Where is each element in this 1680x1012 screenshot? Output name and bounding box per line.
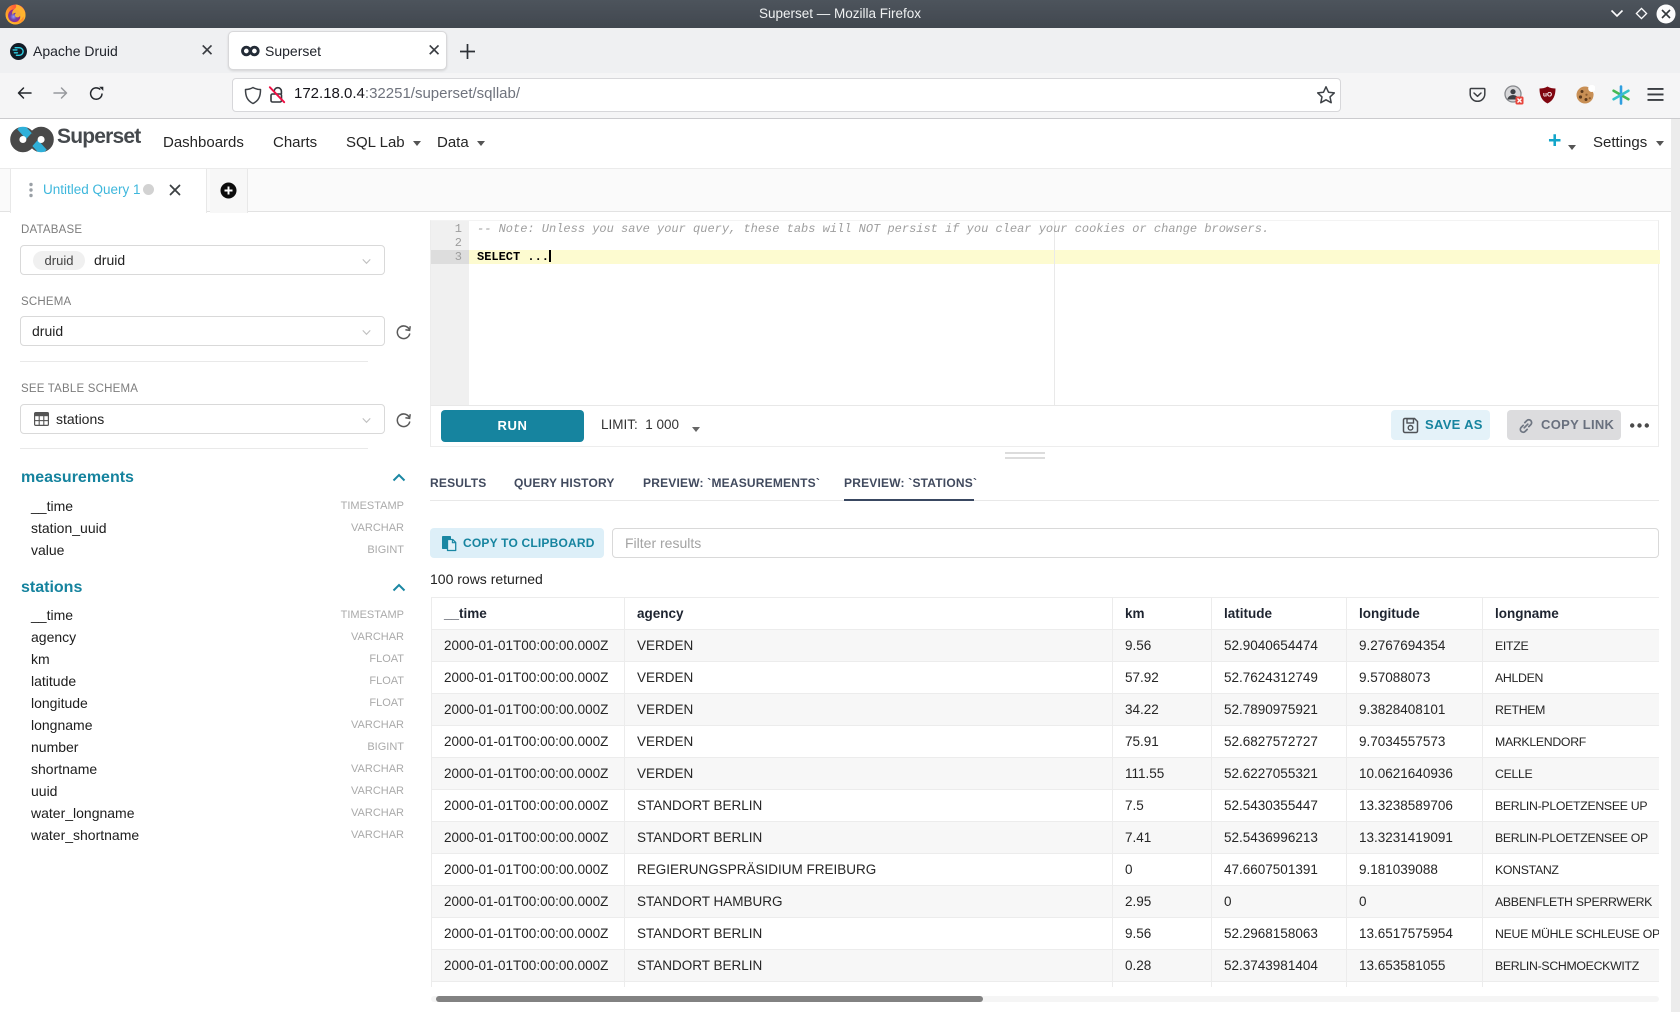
svg-text:uO: uO [1543,92,1552,99]
